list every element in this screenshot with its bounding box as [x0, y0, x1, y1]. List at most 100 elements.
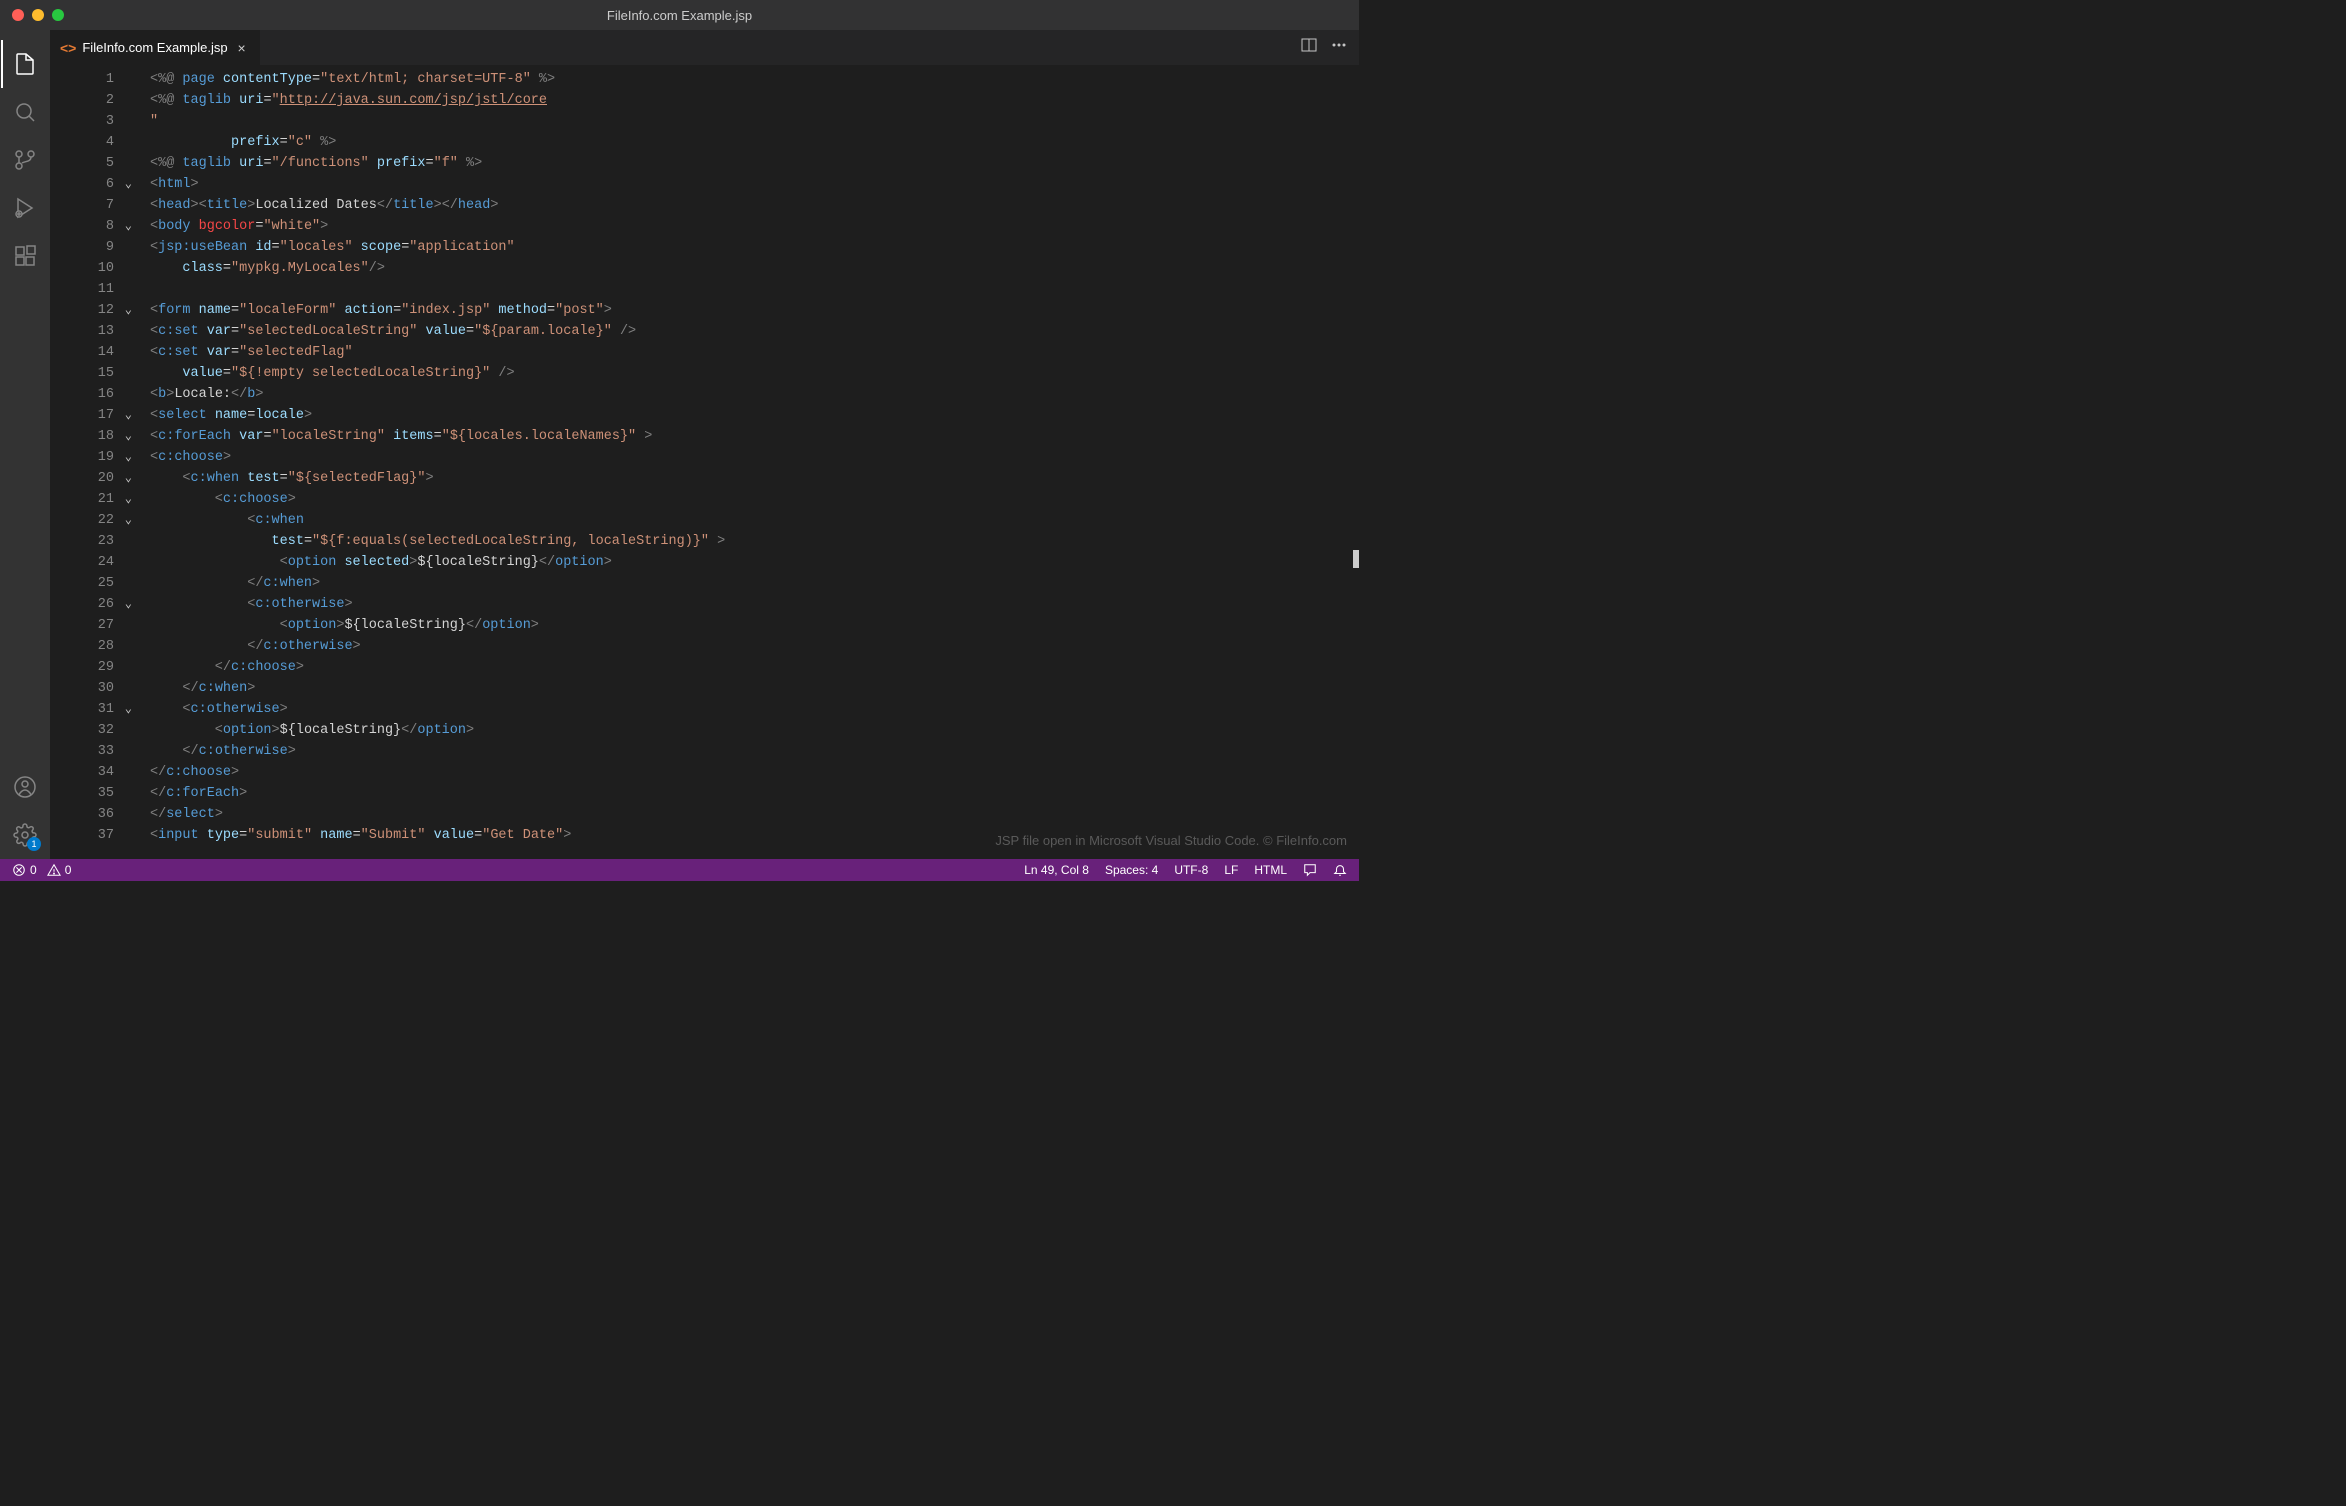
fold-chevron-icon[interactable]: ⌄ [116, 300, 132, 321]
code-line[interactable]: <b>Locale:</b> [150, 384, 1359, 405]
code-line[interactable]: test="${f:equals(selectedLocaleString, l… [150, 531, 1359, 552]
code-line[interactable]: <c:forEach var="localeString" items="${l… [150, 426, 1359, 447]
code-line[interactable]: " [150, 111, 1359, 132]
code-line[interactable]: <jsp:useBean id="locales" scope="applica… [150, 237, 1359, 258]
extensions-icon[interactable] [1, 232, 49, 280]
code-line[interactable]: </c:when> [150, 678, 1359, 699]
fold-chevron-icon[interactable]: ⌄ [116, 174, 132, 195]
status-language[interactable]: HTML [1250, 859, 1291, 881]
code-line[interactable]: prefix="c" %> [150, 132, 1359, 153]
status-cursor-position[interactable]: Ln 49, Col 8 [1020, 859, 1093, 881]
activity-bar: 1 [0, 30, 50, 859]
fold-chevron-icon[interactable]: ⌄ [116, 468, 132, 489]
fold-chevron-icon[interactable]: ⌄ [116, 699, 132, 720]
window-minimize-button[interactable] [32, 9, 44, 21]
code-line[interactable]: <form name="localeForm" action="index.js… [150, 300, 1359, 321]
code-line[interactable]: <html> [150, 174, 1359, 195]
code-line[interactable]: class="mypkg.MyLocales"/> [150, 258, 1359, 279]
code-content[interactable]: <%@ page contentType="text/html; charset… [122, 65, 1359, 859]
code-line[interactable]: </c:when> [150, 573, 1359, 594]
status-feedback-icon[interactable] [1299, 859, 1321, 881]
status-indentation[interactable]: Spaces: 4 [1101, 859, 1162, 881]
code-line[interactable]: value="${!empty selectedLocaleString}" /… [150, 363, 1359, 384]
line-number: 21⌄ [50, 489, 114, 510]
line-number: 23 [50, 531, 114, 552]
code-line[interactable]: </c:choose> [150, 657, 1359, 678]
source-control-icon[interactable] [1, 136, 49, 184]
code-line[interactable]: <c:set var="selectedFlag" [150, 342, 1359, 363]
fold-chevron-icon[interactable]: ⌄ [116, 594, 132, 615]
editor-tab[interactable]: <> FileInfo.com Example.jsp × [50, 30, 261, 65]
fold-chevron-icon[interactable]: ⌄ [116, 510, 132, 531]
code-line[interactable]: <head><title>Localized Dates</title></he… [150, 195, 1359, 216]
code-line[interactable]: <body bgcolor="white"> [150, 216, 1359, 237]
code-line[interactable]: <%@ taglib uri="/functions" prefix="f" %… [150, 153, 1359, 174]
code-line[interactable]: </c:forEach> [150, 783, 1359, 804]
code-line[interactable]: </c:choose> [150, 762, 1359, 783]
tab-close-icon[interactable]: × [234, 40, 250, 56]
code-line[interactable]: <c:otherwise> [150, 699, 1359, 720]
code-line[interactable]: </select> [150, 804, 1359, 825]
line-number: 11 [50, 279, 114, 300]
line-number: 18⌄ [50, 426, 114, 447]
split-editor-icon[interactable] [1301, 37, 1317, 58]
line-number: 1 [50, 69, 114, 90]
explorer-icon[interactable] [1, 40, 49, 88]
status-encoding[interactable]: UTF-8 [1170, 859, 1212, 881]
code-line[interactable]: <%@ page contentType="text/html; charset… [150, 69, 1359, 90]
line-number: 19⌄ [50, 447, 114, 468]
line-number: 7 [50, 195, 114, 216]
editor-area[interactable]: 123456⌄78⌄9101112⌄1314151617⌄18⌄19⌄20⌄21… [50, 65, 1359, 859]
tab-bar: <> FileInfo.com Example.jsp × [50, 30, 1359, 65]
code-line[interactable]: </c:otherwise> [150, 636, 1359, 657]
watermark-label: JSP file open in Microsoft Visual Studio… [995, 830, 1347, 851]
fold-chevron-icon[interactable]: ⌄ [116, 447, 132, 468]
window-zoom-button[interactable] [52, 9, 64, 21]
settings-gear-icon[interactable]: 1 [1, 811, 49, 859]
run-debug-icon[interactable] [1, 184, 49, 232]
code-line[interactable]: <c:otherwise> [150, 594, 1359, 615]
fold-chevron-icon[interactable]: ⌄ [116, 426, 132, 447]
line-number: 27 [50, 615, 114, 636]
line-number: 20⌄ [50, 468, 114, 489]
line-number: 31⌄ [50, 699, 114, 720]
line-number: 30 [50, 678, 114, 699]
line-number: 35 [50, 783, 114, 804]
status-errors[interactable]: 0 0 [8, 859, 75, 881]
status-eol[interactable]: LF [1220, 859, 1242, 881]
accounts-icon[interactable] [1, 763, 49, 811]
code-line[interactable]: <option>${localeString}</option> [150, 615, 1359, 636]
code-line[interactable]: <c:when test="${selectedFlag}"> [150, 468, 1359, 489]
line-number: 2 [50, 90, 114, 111]
line-number: 8⌄ [50, 216, 114, 237]
tab-label: FileInfo.com Example.jsp [82, 40, 227, 55]
line-number: 28 [50, 636, 114, 657]
code-line[interactable] [150, 279, 1359, 300]
line-number: 37 [50, 825, 114, 846]
code-line[interactable]: <%@ taglib uri="http://java.sun.com/jsp/… [150, 90, 1359, 111]
window-title: FileInfo.com Example.jsp [607, 8, 752, 23]
line-number: 24 [50, 552, 114, 573]
code-line[interactable]: </c:otherwise> [150, 741, 1359, 762]
line-number: 33 [50, 741, 114, 762]
window-close-button[interactable] [12, 9, 24, 21]
line-number: 32 [50, 720, 114, 741]
code-line[interactable]: <c:choose> [150, 489, 1359, 510]
line-number: 12⌄ [50, 300, 114, 321]
code-line[interactable]: <c:when [150, 510, 1359, 531]
code-line[interactable]: <c:choose> [150, 447, 1359, 468]
code-line[interactable]: <option>${localeString}</option> [150, 720, 1359, 741]
status-bell-icon[interactable] [1329, 859, 1351, 881]
more-actions-icon[interactable] [1331, 37, 1347, 58]
fold-chevron-icon[interactable]: ⌄ [116, 216, 132, 237]
line-number: 5 [50, 153, 114, 174]
code-line[interactable]: <option selected>${localeString}</option… [150, 552, 1359, 573]
line-number-gutter: 123456⌄78⌄9101112⌄1314151617⌄18⌄19⌄20⌄21… [50, 65, 122, 859]
line-number: 22⌄ [50, 510, 114, 531]
code-line[interactable]: <select name=locale> [150, 405, 1359, 426]
code-line[interactable]: <c:set var="selectedLocaleString" value=… [150, 321, 1359, 342]
fold-chevron-icon[interactable]: ⌄ [116, 489, 132, 510]
fold-chevron-icon[interactable]: ⌄ [116, 405, 132, 426]
search-icon[interactable] [1, 88, 49, 136]
line-number: 34 [50, 762, 114, 783]
